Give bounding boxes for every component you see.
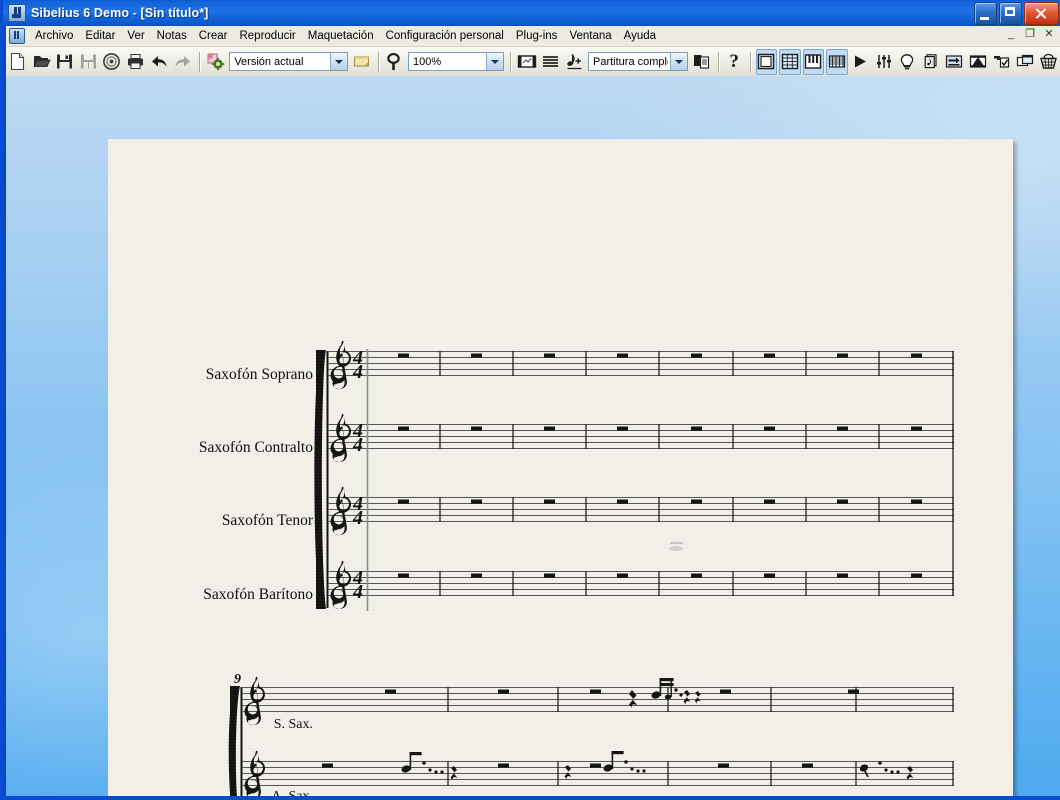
toolbar-separator-3 <box>510 51 511 72</box>
comment-button[interactable] <box>351 49 373 75</box>
score-notation[interactable]: 44 44 44 44 <box>108 139 1013 796</box>
help-button[interactable]: ? <box>723 49 745 75</box>
svg-text:4: 4 <box>352 361 363 383</box>
menu-crear[interactable]: Crear <box>193 28 234 44</box>
menu-notas[interactable]: Notas <box>151 28 193 44</box>
menu-bar: Archivo Editar Ver Notas Crear Reproduci… <box>6 26 1060 47</box>
chevron-down-icon[interactable] <box>670 53 687 70</box>
minimize-button[interactable] <box>974 2 997 25</box>
window-title: Sibelius 6 Demo - [Sin título*] <box>31 6 208 20</box>
panel-reproduccion[interactable] <box>850 49 872 75</box>
mdi-window-controls: _ ❐ ✕ <box>1003 27 1057 42</box>
window-title-app: Sibelius 6 Demo <box>31 6 130 20</box>
score-workspace[interactable]: Saxofón Soprano Saxofón Contralto Saxofó… <box>6 76 1060 796</box>
title-bar: Sibelius 6 Demo - [Sin título*] <box>3 0 1060 26</box>
menu-reproducir[interactable]: Reproducir <box>233 28 301 44</box>
chevron-down-icon[interactable] <box>330 53 348 70</box>
panel-ventanas[interactable] <box>1014 49 1036 75</box>
version-combo[interactable]: Versión actual <box>229 52 349 71</box>
undo-button[interactable] <box>148 49 170 75</box>
part-combo[interactable]: Partitura complet <box>588 52 688 71</box>
part-combo-value: Partitura complet <box>593 55 668 68</box>
open-file-button[interactable] <box>31 49 53 75</box>
menu-ayuda[interactable]: Ayuda <box>618 28 662 44</box>
clef-treble <box>330 486 352 536</box>
sibelius-icon <box>8 4 26 22</box>
panel-mezclador[interactable] <box>873 49 895 75</box>
zoom-combo[interactable]: 100% <box>408 52 505 71</box>
menu-ventana[interactable]: Ventana <box>563 28 617 44</box>
svg-text:4: 4 <box>352 581 363 603</box>
menu-plugins[interactable]: Plug-ins <box>510 28 564 44</box>
panel-teclado-numerico[interactable] <box>779 48 801 75</box>
application-window: Sibelius 6 Demo - [Sin título*] Archivo … <box>0 0 1060 800</box>
menu-editar[interactable]: Editar <box>79 28 121 44</box>
zoom-combo-value: 100% <box>413 55 442 68</box>
transpose-button[interactable] <box>564 49 586 75</box>
switch-part-button[interactable] <box>691 49 713 75</box>
panel-diapason[interactable] <box>826 48 848 75</box>
menu-configuracion-personal[interactable]: Configuración personal <box>380 28 510 44</box>
clef-treble <box>330 413 352 463</box>
note-group <box>859 761 914 781</box>
note-group <box>401 752 458 781</box>
menu-maquetacion[interactable]: Maquetación <box>302 28 380 44</box>
print-button[interactable] <box>125 49 147 75</box>
version-combo-value: Versión actual <box>234 55 304 68</box>
versions-button[interactable] <box>205 49 227 75</box>
window-title-separator: - <box>129 6 141 20</box>
panel-comentarios[interactable] <box>991 49 1013 75</box>
clef-treble <box>330 340 352 390</box>
window-title-document: [Sin título*] <box>140 6 209 20</box>
panel-video[interactable] <box>967 49 989 75</box>
toolbar-separator-1 <box>199 51 200 72</box>
scroll-view-button[interactable] <box>540 49 562 75</box>
page-view-button[interactable] <box>516 49 538 75</box>
clef-treble <box>244 676 266 726</box>
panel-transiciones[interactable] <box>944 49 966 75</box>
menu-archivo[interactable]: Archivo <box>29 28 79 44</box>
save-all-button[interactable] <box>78 49 100 75</box>
toolbar-separator-4 <box>717 51 719 72</box>
mdi-close-button[interactable]: ✕ <box>1041 27 1057 42</box>
svg-text:4: 4 <box>352 434 363 456</box>
document-icon[interactable] <box>9 28 25 44</box>
menu-ver[interactable]: Ver <box>121 28 150 44</box>
window-controls <box>974 2 1059 25</box>
panel-particellas[interactable] <box>920 49 942 75</box>
chevron-down-icon[interactable] <box>486 53 504 70</box>
toolbar-separator-5 <box>749 51 751 72</box>
clef-treble <box>330 560 352 610</box>
panel-tienda[interactable] <box>1038 49 1060 75</box>
toolbar: Versión actual 100% Partitura complet ? <box>6 47 1060 77</box>
svg-text:4: 4 <box>352 507 363 529</box>
zoom-magnifier-icon[interactable] <box>384 49 406 75</box>
mdi-minimize-button[interactable]: _ <box>1003 27 1019 42</box>
panel-ideas[interactable] <box>897 49 919 75</box>
toolbar-separator-2 <box>377 51 379 72</box>
save-button[interactable] <box>54 49 76 75</box>
panel-navegador[interactable] <box>755 48 778 75</box>
new-file-button[interactable] <box>7 49 29 75</box>
system-2 <box>228 676 954 796</box>
panel-teclado[interactable] <box>802 48 825 75</box>
maximize-button[interactable] <box>999 2 1022 25</box>
mdi-restore-button[interactable]: ❐ <box>1022 27 1038 42</box>
system-1: 44 44 44 44 <box>314 340 954 611</box>
close-button[interactable] <box>1024 2 1059 25</box>
whole-bar-rests <box>398 353 922 578</box>
note-group <box>651 678 701 705</box>
redo-button[interactable] <box>172 49 194 75</box>
export-audio-button[interactable] <box>101 49 123 75</box>
score-page[interactable]: Saxofón Soprano Saxofón Contralto Saxofó… <box>108 139 1013 796</box>
